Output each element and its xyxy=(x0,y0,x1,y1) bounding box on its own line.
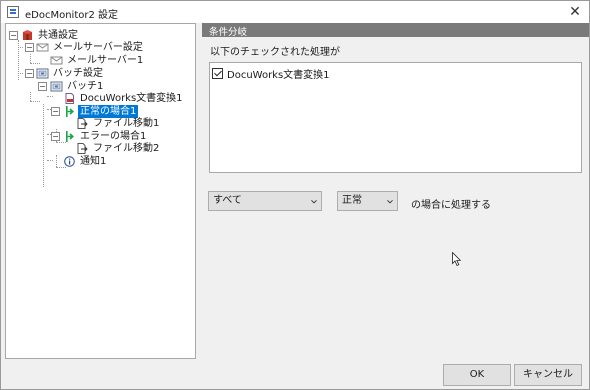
settings-tree[interactable]: − − − − − − 共通設定 メールサーバー設定 メールサーバー1 バッチ設… xyxy=(5,23,196,359)
tree-toggle-common[interactable]: − xyxy=(9,31,18,40)
tree-label: 通知1 xyxy=(80,156,107,167)
chevron-down-icon xyxy=(387,199,393,204)
title-bar: eDocMonitor2 設定 ✕ xyxy=(1,1,589,23)
tree-label: バッチ設定 xyxy=(53,68,103,79)
close-button[interactable]: ✕ xyxy=(567,4,583,20)
pane-header-title: 条件分岐 xyxy=(209,27,248,38)
settings-dialog: eDocMonitor2 設定 ✕ − − − − − − 共通設定 メールサー… xyxy=(0,0,590,390)
app-icon xyxy=(7,6,19,18)
process-checkbox[interactable] xyxy=(212,68,223,79)
status-select[interactable]: 正常 xyxy=(337,191,398,211)
condition-description: 以下のチェックされた処理が xyxy=(210,47,340,58)
tree-label: DocuWorks文書変換1 xyxy=(80,93,183,104)
scope-select[interactable]: すべて xyxy=(208,191,322,211)
tree-toggle-batch-settings[interactable]: − xyxy=(25,69,34,78)
tree-label: メールサーバー1 xyxy=(67,55,144,66)
tree-item-batch-settings[interactable]: バッチ設定 xyxy=(36,67,105,80)
green-branch-icon xyxy=(63,131,76,142)
batch-icon xyxy=(36,68,49,79)
tree-label: メールサーバー設定 xyxy=(53,42,143,53)
tree-toggle-success[interactable]: − xyxy=(51,107,60,116)
tree-item-file-move-2[interactable]: ファイル移動2 xyxy=(76,142,161,155)
tree-item-mail-server-settings[interactable]: メールサーバー設定 xyxy=(36,41,145,54)
mouse-cursor-icon xyxy=(452,252,462,267)
mail-icon xyxy=(36,42,49,53)
tree-item-notify-1[interactable]: 通知1 xyxy=(63,155,108,168)
ok-button[interactable]: OK xyxy=(443,364,511,386)
status-select-value: 正常 xyxy=(342,195,362,206)
settings-box-icon xyxy=(21,30,34,41)
condition-suffix-text: の場合に処理する xyxy=(411,200,491,211)
tree-item-docuworks-convert-1[interactable]: DocuWorks文書変換1 xyxy=(63,92,185,105)
tree-item-mail-server-1[interactable]: メールサーバー1 xyxy=(50,54,145,67)
green-branch-icon xyxy=(63,106,76,117)
list-item-label: DocuWorks文書変換1 xyxy=(227,70,330,81)
file-move-icon xyxy=(76,143,89,154)
pane-header: 条件分岐 xyxy=(202,23,589,38)
tree-label: ファイル移動2 xyxy=(93,143,160,154)
mail-icon xyxy=(50,55,63,66)
process-checklist[interactable]: DocuWorks文書変換1 xyxy=(209,62,582,173)
batch-icon xyxy=(50,81,63,92)
chevron-down-icon xyxy=(311,199,317,204)
tree-item-file-move-1[interactable]: ファイル移動1 xyxy=(76,117,161,130)
document-convert-icon xyxy=(63,93,76,104)
cancel-button[interactable]: キャンセル xyxy=(514,364,582,386)
window-title: eDocMonitor2 設定 xyxy=(25,10,119,21)
scope-select-value: すべて xyxy=(213,195,242,206)
info-icon xyxy=(63,156,76,167)
list-item[interactable]: DocuWorks文書変換1 xyxy=(212,66,330,81)
tree-toggle-mail[interactable]: − xyxy=(25,43,34,52)
tree-toggle-batch1[interactable]: − xyxy=(38,82,47,91)
tree-label: ファイル移動1 xyxy=(93,118,160,129)
tree-toggle-error[interactable]: − xyxy=(51,132,60,141)
file-move-icon xyxy=(76,118,89,129)
